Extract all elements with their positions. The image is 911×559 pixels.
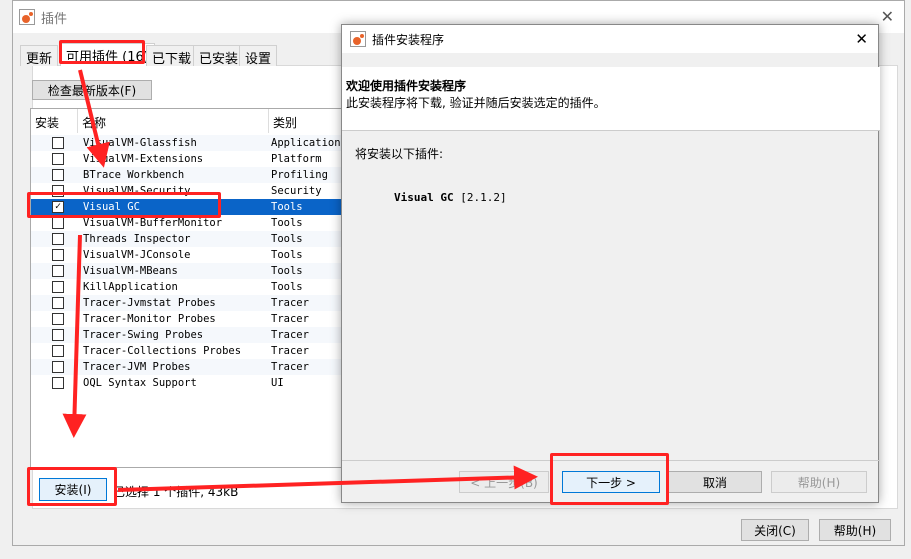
- annotation-arrows: [62, 69, 538, 492]
